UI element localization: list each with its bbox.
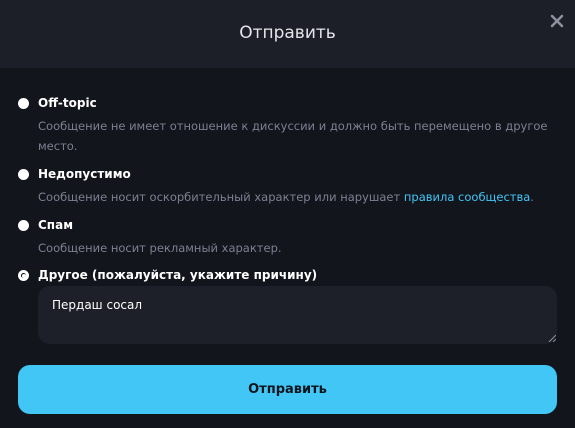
option-description: Сообщение не имеет отношение к дискуссии… xyxy=(38,119,548,153)
community-rules-link[interactable]: правила сообщества xyxy=(404,190,530,204)
option-description: Сообщение носит оскорбительный характер … xyxy=(38,187,548,207)
modal-title: Отправить xyxy=(239,23,336,43)
option-description: Сообщение носит рекламный характер. xyxy=(38,241,282,255)
report-modal: Отправить Off-topic Сообщение не имеет о… xyxy=(0,0,575,428)
option-title: Недопустимо xyxy=(38,167,131,181)
resize-grip-icon[interactable] xyxy=(548,334,556,342)
option-inappropriate[interactable]: Недопустимо Сообщение носит оскорбительн… xyxy=(18,167,558,207)
radio-off-topic[interactable] xyxy=(18,98,29,109)
option-title: Off-topic xyxy=(38,96,97,110)
reason-textarea[interactable]: Пердаш сосал xyxy=(38,286,557,344)
close-icon xyxy=(550,14,564,28)
close-button[interactable] xyxy=(548,12,566,30)
radio-spam[interactable] xyxy=(18,220,29,231)
option-off-topic[interactable]: Off-topic Сообщение не имеет отношение к… xyxy=(18,96,558,156)
modal-header: Отправить xyxy=(0,0,575,68)
radio-other[interactable] xyxy=(18,270,29,281)
option-title: Спам xyxy=(38,218,74,232)
radio-inappropriate[interactable] xyxy=(18,169,29,180)
option-spam[interactable]: Спам Сообщение носит рекламный характер. xyxy=(18,218,558,258)
option-title: Другое (пожалуйста, укажите причину) xyxy=(38,268,318,282)
option-description-text: Сообщение носит оскорбительный характер … xyxy=(38,190,404,204)
submit-button[interactable]: Отправить xyxy=(18,365,557,414)
option-other[interactable]: Другое (пожалуйста, укажите причину) xyxy=(18,268,558,286)
option-description-end: . xyxy=(530,190,534,204)
